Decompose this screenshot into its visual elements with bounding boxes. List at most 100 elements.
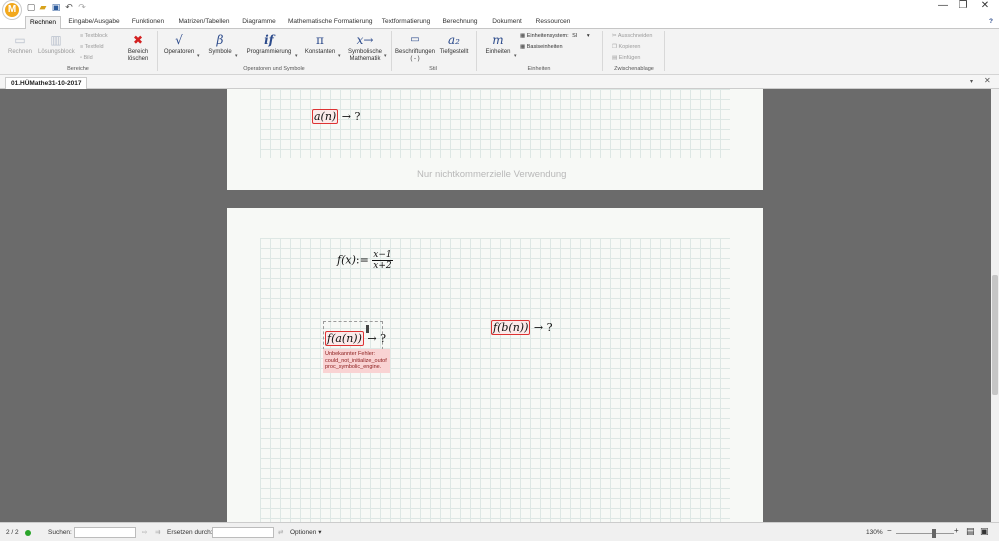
tab-ressourcen[interactable]: Ressourcen — [535, 16, 571, 29]
math-region-a-n[interactable]: a(n) → ? — [312, 109, 361, 124]
new-document-icon[interactable]: ▢ — [26, 2, 36, 12]
help-icon[interactable]: ? — [986, 16, 996, 29]
bereich-loeschen-button[interactable]: ✖ Bereich löschen — [124, 33, 152, 63]
page-grid — [260, 238, 730, 522]
ribbon-separator — [391, 31, 392, 71]
document-tab[interactable]: 01.HÜMathe31-10-2017 — [5, 77, 88, 89]
scrollbar-thumb[interactable] — [992, 275, 998, 395]
ribbon-separator — [664, 31, 665, 71]
page-view-icon[interactable]: ▤ — [966, 527, 975, 536]
rechnen-button[interactable]: ▭ Rechnen — [6, 33, 34, 56]
symbolic-arrow: → ? — [341, 110, 361, 123]
basiseinheiten-button[interactable]: ▦ Basiseinheiten — [520, 44, 563, 51]
beschriftungen-button[interactable]: ▭ Beschriftungen ( - ) — [394, 33, 436, 63]
replace-icon[interactable]: ⇄ — [278, 529, 283, 537]
replace-label: Ersetzen durch: — [167, 529, 213, 536]
chevron-down-icon: ▾ — [318, 529, 322, 536]
vertical-scrollbar[interactable] — [991, 89, 999, 522]
worksheet-page-1[interactable]: a(n) → ? Nur nichtkommerzielle Verwendun… — [227, 89, 763, 190]
error-highlight: f(a(n)) — [325, 331, 364, 346]
error-highlight: f(b(n)) — [491, 320, 531, 335]
fraction-denominator: x+2 — [373, 261, 392, 271]
minimize-button[interactable]: — — [933, 0, 953, 13]
zoom-slider[interactable] — [896, 533, 954, 534]
group-label-operatoren: Operatoren und Symbole — [243, 66, 305, 72]
tab-matrizen-tabellen[interactable]: Matrizen/Tabellen — [176, 16, 232, 29]
unit-system-value: SI — [572, 33, 578, 39]
symbolische-mathematik-button[interactable]: x→ Symbolische Mathematik — [345, 33, 385, 63]
ribbon-separator — [476, 31, 477, 71]
ribbon-tabs: Rechnen Eingabe/Ausgabe Funktionen Matri… — [0, 14, 999, 30]
math-region-f-b-n[interactable]: f(b(n)) → ? — [491, 320, 553, 335]
search-input[interactable] — [74, 527, 136, 538]
chevron-down-icon[interactable]: ▾ — [384, 53, 387, 59]
title-bar: ▢ ▰ ▣ ↶ ↷ — ❐ ✕ — [0, 0, 999, 14]
fraction-numerator: x−1 — [372, 250, 393, 261]
ausschneiden-button[interactable]: ✂ Ausschneiden — [612, 33, 652, 40]
tab-berechnung[interactable]: Berechnung — [442, 16, 478, 29]
root-operator-icon: √ — [175, 33, 183, 47]
tab-mathematische-formatierung[interactable]: Mathematische Formatierung — [288, 16, 373, 29]
tab-dokument[interactable]: Dokument — [490, 16, 524, 29]
chevron-down-icon[interactable]: ▾ — [197, 53, 200, 59]
paste-icon: ▤ — [612, 55, 619, 61]
chevron-down-icon[interactable]: ▾ — [514, 53, 517, 59]
zoom-out-button[interactable]: − — [887, 527, 892, 535]
beta-symbol-icon: β — [216, 33, 224, 47]
group-label-zwischenablage: Zwischenablage — [614, 66, 654, 72]
ribbon: ▭ Rechnen ▥ Lösungsblock ≡ Textblock ≡ T… — [0, 29, 999, 75]
ribbon-separator — [602, 31, 603, 71]
optionen-button[interactable]: Optionen ▾ — [290, 529, 321, 537]
bild-button[interactable]: ▫ Bild — [80, 55, 93, 62]
einheiten-button[interactable]: m Einheiten — [482, 33, 514, 56]
tab-funktionen[interactable]: Funktionen — [130, 16, 166, 29]
tab-rechnen[interactable]: Rechnen — [25, 16, 61, 30]
einheitensystem-selector[interactable]: ▦ Einheitensystem: SI ▾ — [520, 33, 590, 40]
math-region-definition[interactable]: f(x):= x−1 x+2 — [337, 250, 393, 271]
replace-input[interactable] — [212, 527, 274, 538]
unit-system-icon: ▦ — [520, 33, 527, 39]
konstanten-button[interactable]: π Konstanten — [302, 33, 338, 56]
find-all-icon[interactable]: ⇉ — [155, 529, 160, 537]
math-region-f-a-n[interactable]: f(a(n)) → ? — [325, 331, 387, 346]
symbolic-arrow: → ? — [367, 332, 387, 345]
close-button[interactable]: ✕ — [975, 0, 995, 13]
app-logo-icon[interactable]: M — [3, 1, 21, 19]
symbolic-evaluation-icon: x→ — [356, 33, 374, 47]
worksheet-area[interactable]: a(n) → ? Nur nichtkommerzielle Verwendun… — [0, 89, 991, 522]
undo-icon[interactable]: ↶ — [64, 2, 74, 12]
redo-icon[interactable]: ↷ — [77, 2, 87, 12]
status-bar: 2 / 2 Suchen: ⇨ ⇉ Ersetzen durch: ⇄ Opti… — [0, 522, 999, 541]
einfuegen-button[interactable]: ▤ Einfügen — [612, 55, 640, 62]
chevron-down-icon[interactable]: ▾ — [295, 53, 298, 59]
close-document-icon[interactable]: ✕ — [984, 76, 991, 85]
worksheet-page-2[interactable]: f(x):= x−1 x+2 f(a(n)) → ? Unbekannter F… — [227, 208, 763, 522]
kopieren-button[interactable]: ❐ Kopieren — [612, 44, 641, 51]
textblock-button[interactable]: ≡ Textblock — [80, 33, 108, 40]
tab-list-chevron-icon[interactable]: ▾ — [970, 78, 973, 85]
find-next-icon[interactable]: ⇨ — [142, 529, 147, 537]
tab-eingabe-ausgabe[interactable]: Eingabe/Ausgabe — [67, 16, 121, 29]
save-icon[interactable]: ▣ — [51, 2, 61, 12]
group-label-stil: Stil — [429, 66, 437, 72]
tiefgestellt-button[interactable]: a₂ Tiefgestellt — [438, 33, 470, 56]
tab-textformatierung[interactable]: Textformatierung — [380, 16, 432, 29]
math-region-icon: ▭ — [14, 33, 26, 47]
symbole-button[interactable]: β Symbole — [205, 33, 235, 56]
open-folder-icon[interactable]: ▰ — [38, 2, 48, 12]
chevron-down-icon[interactable]: ▾ — [338, 53, 341, 59]
textfeld-button[interactable]: ≡ Textfeld — [80, 44, 104, 51]
restore-button[interactable]: ❐ — [953, 0, 973, 13]
unit-m-icon: m — [492, 33, 504, 47]
programmierung-button[interactable]: if Programmierung — [243, 33, 295, 56]
chevron-down-icon[interactable]: ▾ — [235, 53, 238, 59]
draft-view-icon[interactable]: ▣ — [980, 527, 989, 536]
zoom-in-button[interactable]: + — [954, 527, 959, 535]
error-highlight: a(n) — [312, 109, 339, 124]
group-label-einheiten: Einheiten — [527, 66, 551, 72]
zoom-slider-thumb[interactable] — [931, 529, 936, 538]
tab-diagramme[interactable]: Diagramme — [240, 16, 278, 29]
operatoren-button[interactable]: √ Operatoren — [161, 33, 197, 56]
function-lhs: f(x) — [337, 253, 356, 267]
loesungsblock-button[interactable]: ▥ Lösungsblock — [38, 33, 75, 56]
